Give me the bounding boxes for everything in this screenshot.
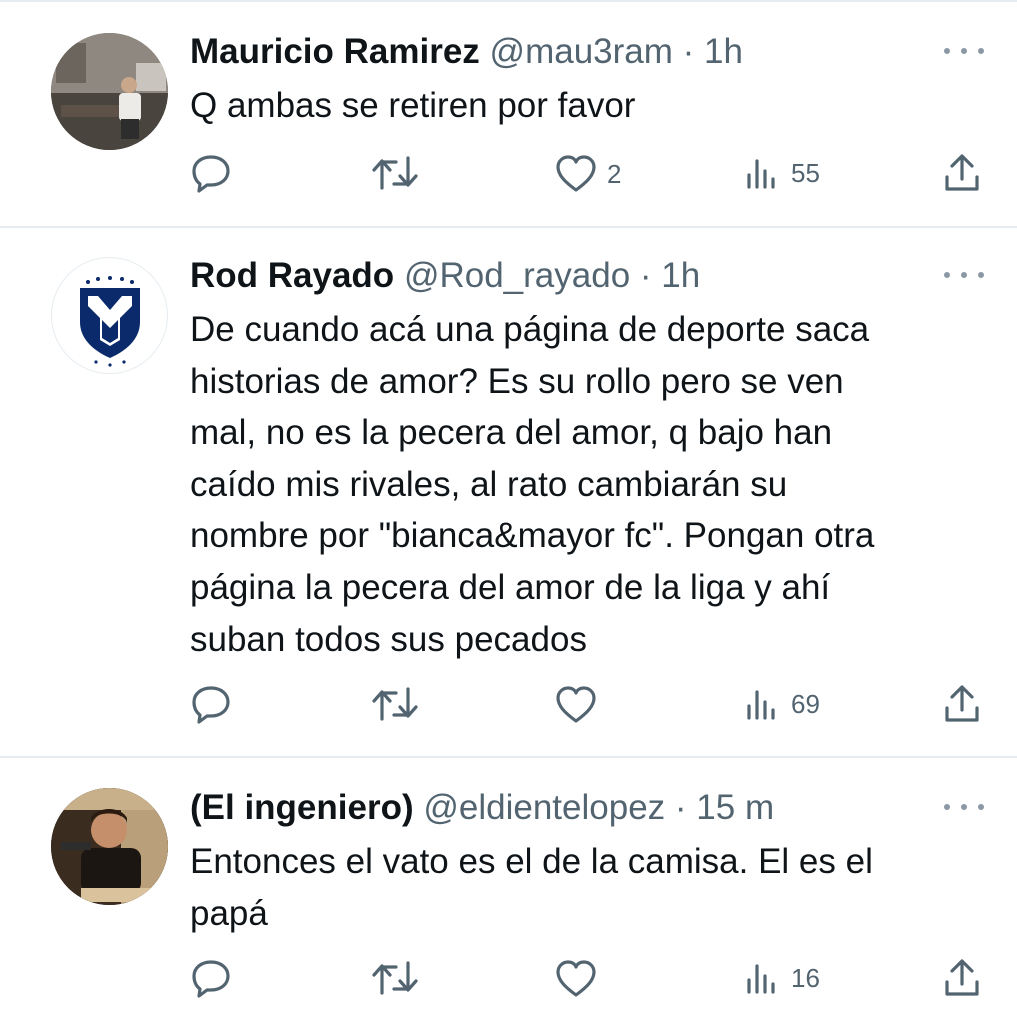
- tweet-text-line: nombre por "bianca&mayor fc". Pongan otr…: [190, 516, 875, 556]
- timestamp[interactable]: 15 m: [696, 788, 774, 827]
- tweet-actions: 69: [190, 682, 990, 726]
- team-crest-icon: [80, 276, 140, 367]
- share-button[interactable]: [942, 153, 982, 193]
- more-icon[interactable]: [944, 792, 984, 822]
- share-icon: [945, 154, 979, 191]
- avatar-photo: [51, 33, 168, 150]
- tweet[interactable]: Mauricio Ramirez @mau3ram · 1h Q ambas s…: [0, 0, 1017, 226]
- tweet-text-line: página la pecera del amor de la liga y a…: [190, 567, 831, 607]
- share-button[interactable]: [942, 684, 982, 724]
- separator: ·: [674, 788, 687, 827]
- heart-icon: [556, 960, 596, 997]
- tweet-text-line: De cuando acá una página de deporte saca: [190, 310, 870, 349]
- author-name[interactable]: Mauricio Ramirez: [190, 32, 480, 71]
- author-handle[interactable]: @Rod_rayado: [404, 256, 630, 295]
- tweet-text-line: caído mis rivales, al rato cambiarán su: [190, 464, 788, 504]
- separator: ·: [682, 32, 695, 71]
- tweet-text-line: historias de amor? Es su rollo pero se v…: [190, 361, 844, 401]
- retweet-icon: [372, 687, 418, 721]
- reply-button[interactable]: [190, 684, 242, 724]
- views-count: 55: [791, 157, 820, 188]
- timestamp[interactable]: 1h: [704, 32, 743, 71]
- reply-button[interactable]: [190, 958, 242, 998]
- views-count: 69: [791, 688, 820, 719]
- timestamp[interactable]: 1h: [661, 256, 700, 295]
- avatar[interactable]: [51, 788, 168, 905]
- retweet-icon: [372, 156, 418, 190]
- tweet[interactable]: Rod Rayado @Rod_rayado · 1h De cuando ac…: [0, 228, 1017, 756]
- tweet[interactable]: (El ingeniero) @eldientelopez · 15 m Ent…: [0, 758, 1017, 1024]
- share-button[interactable]: [942, 958, 982, 998]
- like-button[interactable]: [555, 960, 607, 998]
- retweet-button[interactable]: [371, 960, 429, 996]
- heart-icon: [556, 155, 596, 192]
- tweet-text-line: Entonces el vato es el de la camisa. El …: [190, 842, 873, 881]
- tweet-text: De cuando acá una página de deporte saca…: [190, 304, 990, 665]
- share-icon: [945, 685, 979, 722]
- separator: ·: [639, 256, 652, 295]
- views-button[interactable]: 55: [745, 157, 820, 189]
- views-count: 16: [791, 962, 820, 993]
- tweet-header: Mauricio Ramirez @mau3ram · 1h: [190, 30, 743, 74]
- author-name[interactable]: (El ingeniero): [190, 788, 414, 827]
- tweet-actions: 16: [190, 956, 990, 1000]
- tweet-header: (El ingeniero) @eldientelopez · 15 m: [190, 786, 774, 830]
- tweet-text: Entonces el vato es el de la camisa. El …: [190, 836, 990, 939]
- avatar-photo: [51, 788, 168, 905]
- more-icon[interactable]: [944, 36, 984, 66]
- like-button[interactable]: 2: [555, 155, 621, 193]
- views-icon: [747, 690, 775, 720]
- author-name[interactable]: Rod Rayado: [190, 256, 394, 295]
- avatar[interactable]: [51, 257, 168, 374]
- retweet-icon: [372, 961, 418, 995]
- views-icon: [747, 964, 775, 994]
- tweet-text: Q ambas se retiren por favor: [190, 80, 990, 132]
- reply-icon: [192, 686, 230, 724]
- views-button[interactable]: 69: [745, 688, 820, 720]
- like-count: 2: [607, 158, 622, 189]
- author-handle[interactable]: @mau3ram: [490, 32, 673, 71]
- tweet-text-line: papá: [190, 893, 268, 933]
- retweet-button[interactable]: [371, 686, 429, 722]
- tweet-text-line: Q ambas se retiren por favor: [190, 86, 636, 125]
- heart-icon: [556, 686, 596, 723]
- tweet-text-line: mal, no es la pecera del amor, q bajo ha…: [190, 413, 833, 453]
- tweet-text-line: suban todos sus pecados: [190, 619, 587, 659]
- reply-button[interactable]: [190, 153, 242, 193]
- more-icon[interactable]: [944, 260, 984, 290]
- views-icon: [747, 159, 775, 189]
- like-button[interactable]: [555, 686, 607, 724]
- tweet-header: Rod Rayado @Rod_rayado · 1h: [190, 254, 700, 298]
- retweet-button[interactable]: [371, 155, 429, 191]
- reply-icon: [192, 155, 230, 193]
- reply-icon: [192, 960, 230, 998]
- tweet-actions: 2 55: [190, 151, 990, 195]
- author-handle[interactable]: @eldientelopez: [423, 788, 665, 827]
- share-icon: [945, 959, 979, 996]
- avatar[interactable]: [51, 33, 168, 150]
- views-button[interactable]: 16: [745, 962, 820, 994]
